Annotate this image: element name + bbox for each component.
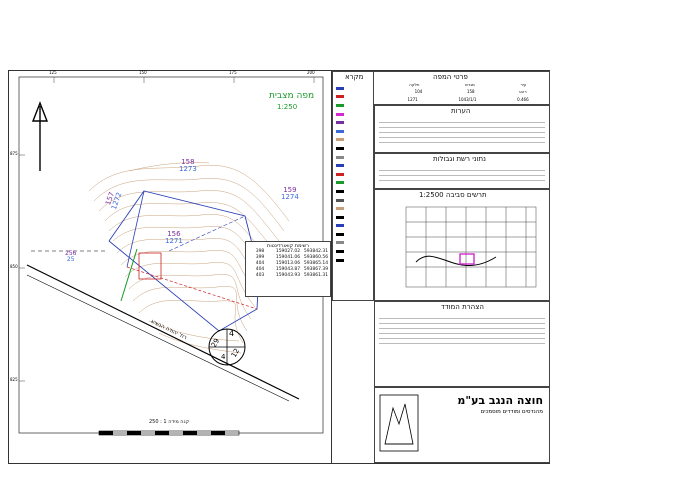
map-title: מפה מצבית: [269, 91, 315, 101]
block-digit-bottom: 4: [221, 353, 226, 361]
surveyor-box: הצהרת המודד: [374, 301, 550, 387]
area-value-4: 0.466: [517, 97, 529, 102]
grid-label-875: 875: [10, 151, 18, 156]
value-plot: 158: [466, 89, 475, 94]
parcel-label-159: 159 1274: [281, 186, 299, 201]
legend-box: מקרא: [332, 71, 374, 301]
label-plot: מגרש: [465, 82, 475, 87]
coordinates-table: רשימת קואורדינטות 398 159027.02 593842.31 …: [245, 241, 331, 297]
company-box: חוצה הנגב בע"מ מהנדסים ומודדים מוסמכים: [374, 387, 550, 463]
parcel-label-158: 158 1273: [179, 158, 197, 173]
grid-label-top-125: 125: [49, 70, 57, 75]
notes-lines: [379, 118, 545, 147]
location-header: תרשים סביבה 1:2500: [419, 191, 487, 199]
notes-box: הערות: [374, 105, 550, 153]
survey-sheet: מפה מצבית 1:250 קנה מידה 1 : 250 רח' יהו…: [8, 70, 550, 464]
sources-box: נתוני רשת וגבולות: [374, 153, 550, 189]
grid-label-825: 825: [10, 377, 18, 382]
sources-header: נתוני רשת וגבולות: [433, 155, 486, 163]
label-parcel: חלקה: [409, 82, 420, 87]
surveyor-header: הצהרת המודד: [441, 303, 484, 311]
grid-label-top-150: 150: [139, 70, 147, 75]
grid-label-top-175: 175: [229, 70, 237, 75]
company-logo: [379, 394, 419, 452]
grid-label-850: 850: [10, 264, 18, 269]
company-name: חוצה הנגב בע"מ: [457, 394, 543, 407]
title-block: פרטי המפה גוש חלקה מגרש עיר 39663 104 15…: [331, 71, 550, 463]
value-parcel: 104: [414, 89, 423, 94]
location-plan-drawing: [405, 206, 537, 288]
coord-row-5: 403 159043.93 593861.31: [255, 273, 329, 278]
legend-list: [336, 84, 372, 264]
label-city: עיר: [520, 82, 527, 87]
parcel-label-156: 156 1271: [165, 230, 183, 245]
company-subtitle: מהנדסים ומודדים מוסמכים: [480, 409, 543, 415]
parcel-label-256: 256 25: [65, 250, 77, 263]
sources-lines: [379, 166, 545, 185]
legend-header: מקרא: [345, 73, 364, 81]
site-marker: [459, 253, 475, 265]
grid-label-top-200: 200: [307, 70, 315, 75]
map-scale: 1:250: [277, 103, 298, 111]
area-value-3: 1043/1/1: [458, 97, 477, 102]
area-value-2: 1271: [407, 97, 418, 102]
location-plan-box: תרשים סביבה 1:2500: [374, 189, 550, 301]
notes-header: הערות: [451, 107, 471, 115]
map-details-header: פרטי המפה: [433, 73, 468, 81]
block-digit-top: 4: [229, 329, 235, 338]
surveyor-lines: [379, 314, 545, 348]
value-city: רהט: [519, 89, 527, 94]
scale-label: קנה מידה 1 : 250: [149, 419, 190, 425]
